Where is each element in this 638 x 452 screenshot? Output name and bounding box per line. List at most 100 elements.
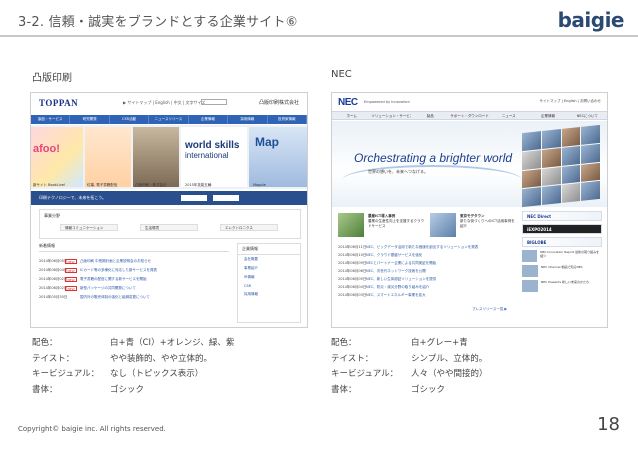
side-item: IR情報	[244, 275, 255, 279]
nec-side-panel: NEC Direct iEXPO2014 BIGLOBE NEC Innovat…	[522, 211, 602, 295]
news-row: 2014年06月03日 NEC、スマートエネルギー事業を拡大	[338, 293, 518, 301]
news-date: 2014年06月04日	[39, 268, 68, 272]
feature-card: 農業ICT導入事例 農業の生産性向上を支援するクラウドサービス	[338, 213, 426, 239]
spec-value: ゴシック	[110, 385, 145, 395]
slide-title: 3-2. 信頼・誠実をブランドとする企業サイト⑥	[18, 15, 298, 30]
spec-key: テイスト：	[331, 354, 374, 364]
toppan-nav-item: CSR活動	[110, 115, 150, 124]
card-thumbnail	[430, 213, 456, 237]
news-row: 2014年06月05日 NEW 凸版印刷 中長期計画と企業説明会のお知らせ	[39, 257, 229, 266]
toppan-nav-item: ニュースリリース	[149, 115, 189, 124]
news-row: 2014年06月05日 NEC、新しい生体認証ソリューションを提供	[338, 277, 518, 285]
side-title: 企業情報	[238, 244, 300, 255]
mosaic-photo	[561, 145, 581, 166]
side-thumbnail	[522, 250, 538, 262]
side-banner: NEC Direct	[522, 211, 602, 221]
news-title: 新着情報	[39, 243, 229, 252]
side-thumbnail	[522, 280, 538, 292]
card-thumbnail	[338, 213, 364, 237]
banner-text: afoo!	[33, 143, 60, 155]
toppan-nav-item: 企業情報	[189, 115, 229, 124]
news-link: NEC、新しい生体認証ソリューションを提供	[366, 277, 437, 281]
news-link: NECとパートナー企業による共同実証を開始	[366, 261, 437, 265]
toppan-message-strip: 印刷テクノロジーで、未来を拓こう。	[31, 191, 307, 205]
spec-key: 配色：	[331, 338, 357, 348]
mosaic-photo	[522, 131, 541, 151]
side-item: NEC Innovation Report 最新の取り組みを紹介	[522, 250, 602, 263]
side-item: 会社概要	[244, 257, 258, 261]
mosaic-photo	[541, 129, 561, 149]
toppan-news-list: 新着情報 2014年06月05日 NEW 凸版印刷 中長期計画と企業説明会のお知らせ…	[39, 243, 229, 302]
spec-key: 配色：	[32, 338, 58, 348]
side-banner: iEXPO2014	[522, 224, 602, 234]
toppan-side-panel: 企業情報 会社概要 事業紹介 IR情報 CSR 採用情報	[237, 243, 301, 323]
news-row: 2014年06月02日 NEW 電子書籍の配信に関する新サービスを開始	[39, 275, 229, 284]
news-date: 2014年06月02日	[39, 286, 68, 290]
toppan-header: TOPPAN ▶ サイトマップ | English | 中文 | 文字サイズ 凸…	[31, 93, 307, 113]
toppan-corp-name: 凸版印刷株式会社	[258, 100, 299, 106]
nec-hero-visual: Orchestrating a brighter world 世界の想いを、未来…	[332, 121, 607, 208]
business-chip: 生活環境	[140, 224, 198, 231]
news-link: NEC、スマートエネルギー事業を拡大	[366, 293, 426, 297]
business-title: 事業分野	[44, 213, 60, 218]
banner-caption: 新サイト BookLive!	[33, 183, 66, 187]
news-row: 2014年06月04日 NEC、防災・減災分野の取り組みを紹介	[338, 285, 518, 293]
spec-value: やや装飾的、やや立体的。	[110, 354, 213, 364]
news-date: 2014年05月30日	[39, 295, 68, 299]
side-item: 事業紹介	[244, 266, 258, 270]
nec-nav-item: 製品	[426, 114, 434, 118]
toppan-spec-list: 配色： 白+青（CI）+オレンジ、緑、紫 テイスト： やや装飾的、やや立体的。 キー…	[32, 336, 312, 396]
news-link: NEC、防災・減災分野の取り組みを紹介	[366, 285, 430, 289]
nec-header: NEC Empowered by Innovation サイトマップ | Eng…	[332, 93, 607, 111]
mosaic-photo	[541, 166, 561, 187]
toppan-nav-item: 製品・サービス	[31, 115, 71, 124]
mosaic-photo	[541, 185, 561, 206]
news-link: NEC、クラウド基盤サービスを強化	[366, 253, 423, 257]
side-item: NEC Channel 動画で知るNEC	[522, 265, 602, 278]
news-link: NEC、ビッグデータ活用で新たな価値を創出するソリューションを発表	[366, 245, 479, 249]
news-date: 2014年06月09日	[338, 261, 367, 265]
feature-card: 東京モデタウン 新たな街づくりへのICT活用事例を紹介	[430, 213, 518, 239]
news-date: 2014年06月03日	[338, 293, 367, 297]
card-title: 東京モデタウン	[460, 214, 485, 218]
side-thumbnail	[522, 265, 538, 277]
news-date: 2014年06月05日	[39, 259, 68, 263]
side-item: NEC Presents 新しい未来のかたち	[522, 280, 602, 293]
toppan-banner-carousel: afoo! world skills international Map 新サイト…	[31, 125, 307, 189]
toppan-logo: TOPPAN	[39, 98, 79, 108]
nec-news-list: 2014年06月11日 NEC、ビッグデータ活用で新たな価値を創出するソリューショ…	[338, 245, 518, 301]
toppan-nav-item: 採用情報	[228, 115, 268, 124]
toppan-banner-map: Map	[249, 127, 307, 187]
banner-subtext: international	[185, 151, 229, 160]
news-more-link: プレスリリース一覧 ▶	[472, 307, 508, 311]
business-chip: エレクトロニクス	[220, 224, 278, 231]
mosaic-photo	[561, 164, 581, 185]
mosaic-photo	[581, 181, 600, 201]
side-banner: BIGLOBE	[522, 237, 602, 247]
toppan-global-nav: 製品・サービス 研究開発 CSR活動 ニュースリリース 企業情報 採用情報 投資…	[31, 115, 307, 124]
strip-button	[181, 195, 207, 201]
nec-nav-item: ホーム	[346, 114, 357, 118]
news-tag: NEW	[65, 259, 77, 264]
news-row: 2014年06月02日 NEW 新型パッケージの共同開発について	[39, 284, 229, 293]
spec-value: なし（トピックス表示）	[110, 369, 204, 379]
nec-feature-cards: 農業ICT導入事例 農業の生産性向上を支援するクラウドサービス 東京モデタウン 新た…	[338, 213, 518, 241]
banner-caption: 凸版印刷・株式会社	[135, 183, 167, 187]
card-title: 農業ICT導入事例	[368, 214, 396, 218]
side-item-text: NEC Innovation Report 最新の取り組みを紹介	[540, 250, 600, 258]
side-item-text: NEC Presents 新しい未来のかたち	[541, 280, 589, 284]
news-date: 2014年06月06日	[338, 269, 367, 273]
mosaic-photo	[581, 143, 600, 164]
banner-text: world skills	[185, 140, 240, 151]
header-divider	[0, 35, 638, 37]
news-date: 2014年06月10日	[338, 253, 367, 257]
mosaic-photo	[541, 147, 561, 168]
spec-key: キービジュアル：	[331, 369, 399, 379]
news-link: NEC、次世代ネットワーク技術を公開	[366, 269, 426, 273]
news-tag: NEW	[65, 277, 77, 282]
mosaic-photo	[522, 149, 541, 170]
business-chip: 情報コミュニケーション	[60, 224, 118, 231]
news-date: 2014年06月04日	[338, 285, 367, 289]
mosaic-photo	[561, 183, 581, 203]
spec-value: 白+グレー+青	[411, 338, 468, 348]
